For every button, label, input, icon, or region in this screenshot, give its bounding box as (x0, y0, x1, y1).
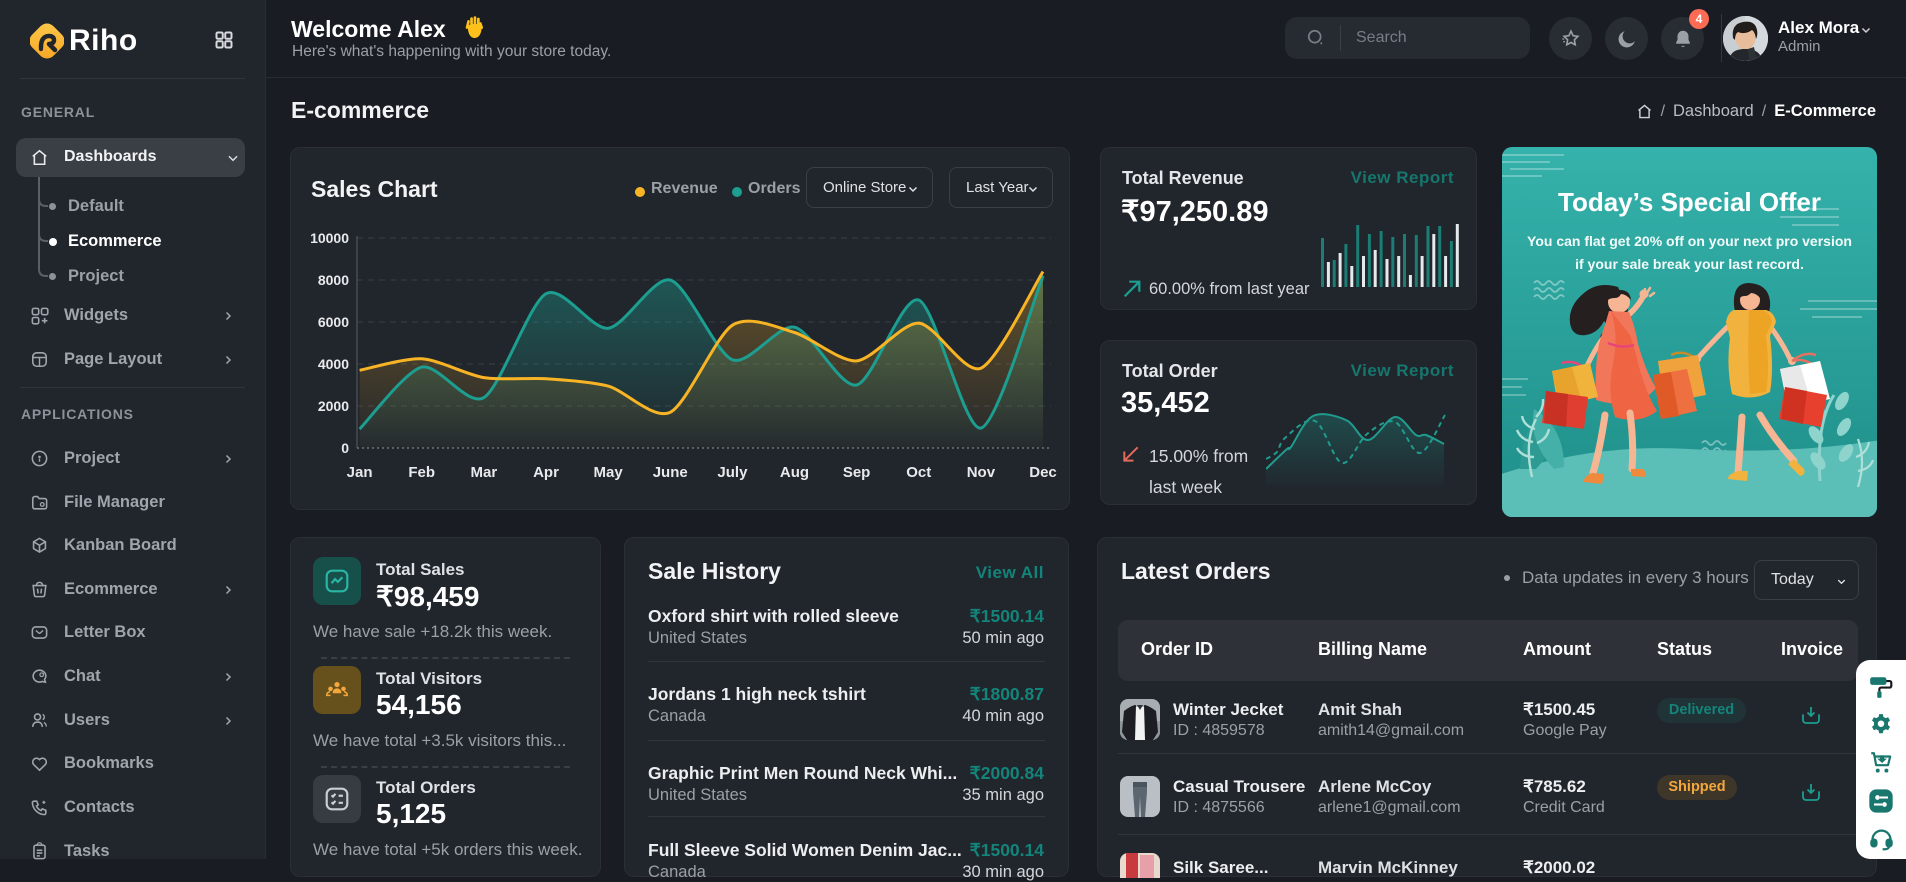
svg-text:8000: 8000 (318, 272, 349, 288)
svg-text:Mar: Mar (471, 464, 498, 481)
svg-text:2000: 2000 (318, 398, 349, 414)
svg-text:0: 0 (341, 440, 349, 456)
svg-text:6000: 6000 (318, 314, 349, 330)
svg-text:Oct: Oct (906, 464, 931, 481)
svg-text:Apr: Apr (533, 464, 559, 481)
svg-text:May: May (594, 464, 624, 481)
svg-text:Sep: Sep (843, 464, 871, 481)
svg-text:Dec: Dec (1029, 464, 1057, 481)
svg-text:Aug: Aug (780, 464, 809, 481)
svg-text:Nov: Nov (967, 464, 996, 481)
svg-text:June: June (653, 464, 688, 481)
svg-text:Jan: Jan (347, 464, 373, 481)
svg-text:10000: 10000 (310, 230, 349, 246)
svg-text:July: July (717, 464, 748, 481)
svg-text:4000: 4000 (318, 356, 349, 372)
svg-text:Feb: Feb (408, 464, 435, 481)
